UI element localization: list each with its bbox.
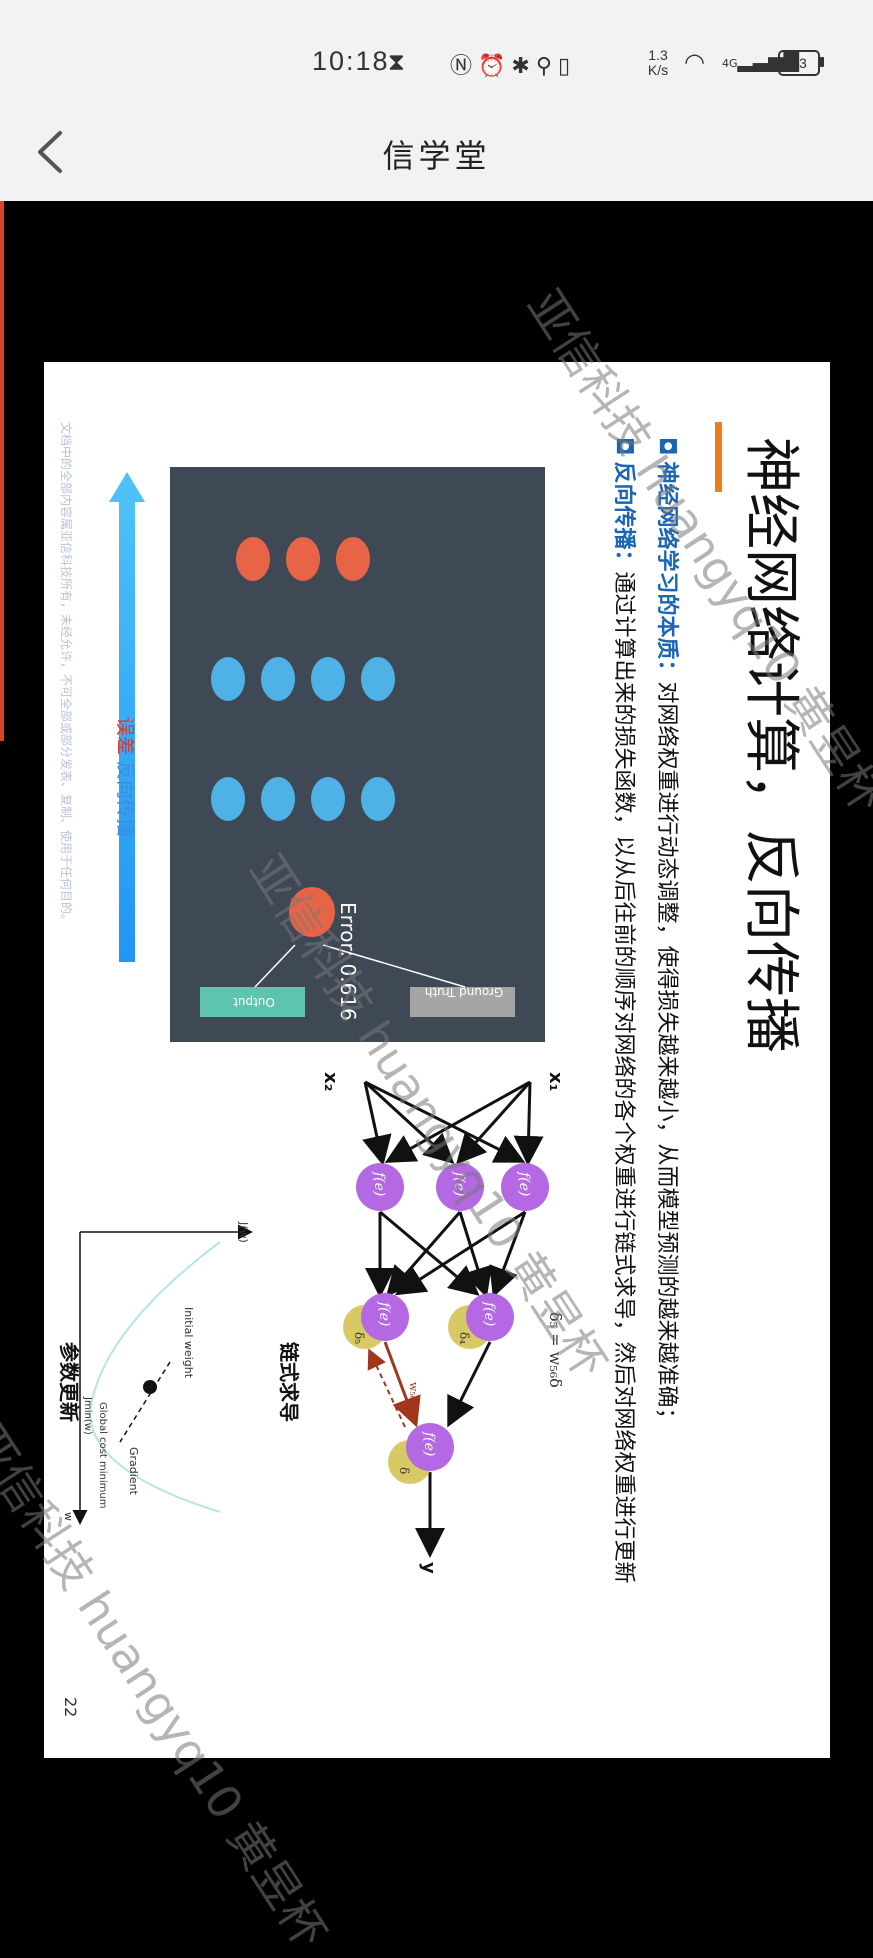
output-value: 0.384 bbox=[225, 1042, 250, 1105]
svg-text:x₁: x₁ bbox=[545, 1072, 566, 1092]
gradient-descent-plot: J(w) w Initial weight Gradient Global co… bbox=[62, 1221, 253, 1525]
svg-text:f(e): f(e) bbox=[421, 1431, 437, 1456]
svg-text:Gradient: Gradient bbox=[127, 1447, 140, 1496]
svg-text:x₂: x₂ bbox=[320, 1072, 341, 1092]
svg-text:δ: δ bbox=[397, 1467, 411, 1474]
title-accent-bar bbox=[715, 422, 722, 492]
battery-icon: 63 bbox=[778, 50, 820, 76]
wifi-icon: ◠ bbox=[684, 48, 705, 76]
status-bar: 10:18 ⧗ Ⓝ⏰✱⚲▯ 1.3 K/s ◠ 4G▂▃▅▇ 63 bbox=[0, 0, 873, 105]
svg-text:w₅₆: w₅₆ bbox=[407, 1382, 420, 1401]
svg-text:f(e): f(e) bbox=[376, 1301, 392, 1326]
svg-text:δ₄: δ₄ bbox=[457, 1332, 471, 1344]
bullet-essence: ◘神经网络学习的本质：对网络权重进行动态调整，使得损失越来越小，从而模型预测的越… bbox=[654, 437, 679, 1430]
bluetooth-icon: ✱ bbox=[511, 54, 536, 79]
page-title: 信学堂 bbox=[382, 137, 491, 175]
svg-text:J(w): J(w) bbox=[237, 1221, 250, 1243]
status-icons: Ⓝ⏰✱⚲▯ bbox=[450, 48, 576, 80]
svg-text:δ₅: δ₅ bbox=[352, 1332, 366, 1344]
network-speed: 1.3 K/s bbox=[647, 47, 669, 78]
copyright-note: 文档中的全部内容属亚信科技所有，未经允许，不可全部或部分发表、复制、使用于任何目… bbox=[59, 422, 73, 927]
app-bar: 信学堂 bbox=[0, 105, 873, 201]
param-update-caption: 参数更新 bbox=[57, 1342, 81, 1422]
location-icon: ⚲ bbox=[535, 54, 558, 79]
alarm-icon: ⏰ bbox=[478, 54, 512, 79]
hourglass-icon: ⧗ bbox=[388, 48, 405, 76]
battery-cap bbox=[820, 57, 824, 67]
svg-text:y: y bbox=[418, 1562, 439, 1574]
bullet-backprop: ◘反向传播：通过计算出来的损失函数，以从后往前的顺序对网络的各个权重进行链式求导… bbox=[611, 437, 636, 1584]
svg-text:Initial weight: Initial weight bbox=[182, 1307, 195, 1379]
svg-text:f(e): f(e) bbox=[371, 1171, 387, 1196]
svg-text:f(e): f(e) bbox=[481, 1301, 497, 1326]
vibrate-icon: ▯ bbox=[557, 54, 577, 79]
nfc-icon: Ⓝ bbox=[450, 54, 479, 79]
progress-strip bbox=[0, 201, 4, 741]
page-number: 22 bbox=[61, 1697, 80, 1718]
svg-text:Global cost minimum: Global cost minimum bbox=[97, 1402, 108, 1508]
chain-rule-caption: 链式求导 bbox=[277, 1342, 301, 1422]
status-time: 10:18 bbox=[312, 46, 390, 76]
backprop-label: 误差 反向传播 bbox=[114, 717, 136, 838]
